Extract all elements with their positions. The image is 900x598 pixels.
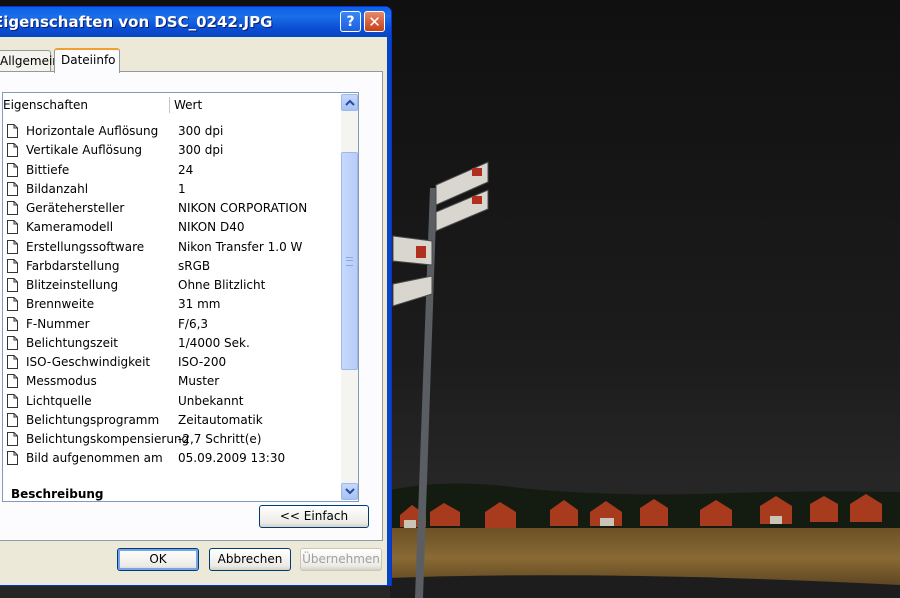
property-value: 300 dpi (178, 124, 224, 138)
list-row[interactable]: Blitzeinstellung Ohne Blitzlicht (3, 276, 343, 295)
list-row[interactable]: Lichtquelle Unbekannt (3, 392, 343, 411)
column-header-property[interactable]: Eigenschaften (3, 98, 88, 112)
property-name: Blitzeinstellung (26, 278, 119, 292)
window-title: Eigenschaften von DSC_0242.JPG (0, 13, 273, 31)
scroll-down-button[interactable] (341, 483, 358, 500)
document-icon (7, 201, 18, 215)
property-value: -2,7 Schritt(e) (178, 432, 262, 446)
property-name: Belichtungsprogramm (26, 412, 160, 427)
document-icon (7, 355, 18, 369)
list-row[interactable]: Erstellungssoftware Nikon Transfer 1.0 W (3, 238, 343, 257)
document-icon (7, 258, 18, 273)
list-row[interactable]: Belichtungszeit 1/4000 Sek. (3, 334, 343, 353)
property-value: Ohne Blitzlicht (178, 278, 266, 292)
property-value: sRGB (178, 258, 211, 273)
list-row[interactable]: Belichtungskompensierung -2,7 Schritt(e) (3, 430, 343, 449)
document-icon (7, 278, 18, 292)
list-row[interactable]: Farbdarstellung sRGB (3, 257, 343, 276)
close-button[interactable]: ✕ (364, 11, 385, 32)
apply-button: Übernehmen (300, 548, 382, 571)
ok-button[interactable]: OK (117, 548, 199, 571)
list-row[interactable]: Gerätehersteller NIKON CORPORATION (3, 199, 343, 218)
property-name: Lichtquelle (26, 393, 92, 408)
window-frame-right (387, 37, 391, 585)
simple-view-button[interactable]: << Einfach (259, 505, 369, 528)
document-icon (7, 162, 18, 177)
scroll-up-button[interactable] (341, 94, 358, 111)
property-value: ISO-200 (178, 355, 227, 369)
title-bar[interactable]: Eigenschaften von DSC_0242.JPG ? ✕ (0, 7, 391, 37)
list-row[interactable]: ISO-Geschwindigkeit ISO-200 (3, 353, 343, 372)
section-description: Beschreibung (11, 487, 104, 501)
list-row[interactable]: Horizontale Auflösung 300 dpi (3, 122, 343, 141)
property-name: Messmodus (26, 374, 97, 389)
property-name: Bildanzahl (26, 181, 89, 196)
properties-dialog: Eigenschaften von DSC_0242.JPG ? ✕ Allge… (0, 6, 392, 586)
property-name: Erstellungssoftware (26, 239, 145, 254)
property-value: 05.09.2009 13:30 (178, 451, 286, 466)
list-row[interactable]: Brennweite 31 mm (3, 295, 343, 314)
property-value: NIKON CORPORATION (178, 201, 308, 215)
column-separator[interactable] (169, 97, 170, 113)
property-name: Belichtungszeit (26, 335, 118, 350)
scroll-thumb[interactable] (341, 152, 358, 370)
document-icon (7, 451, 18, 466)
list-header: Eigenschaften Wert (3, 93, 343, 115)
list-row[interactable]: Kameramodell NIKON D40 (3, 218, 343, 237)
property-name: Kameramodell (26, 220, 114, 235)
property-name: Farbdarstellung (26, 258, 120, 273)
property-name: Gerätehersteller (26, 201, 125, 215)
list-row[interactable]: F-Nummer F/6,3 (3, 315, 343, 334)
list-row[interactable]: Bildanzahl 1 (3, 180, 343, 199)
document-icon (7, 239, 18, 254)
list-row[interactable]: Bittiefe 24 (3, 161, 343, 180)
list-row[interactable]: Messmodus Muster (3, 372, 343, 391)
document-icon (7, 374, 18, 389)
property-value: 300 dpi (178, 143, 224, 158)
property-name: Belichtungskompensierung (26, 432, 190, 446)
document-icon (7, 124, 18, 138)
list-row[interactable]: Vertikale Auflösung 300 dpi (3, 141, 343, 160)
properties-list[interactable]: Eigenschaften Wert Horizontale Auflösung… (2, 92, 359, 502)
chevron-up-icon (345, 99, 355, 106)
property-name: F-Nummer (26, 316, 90, 331)
property-value: 31 mm (178, 297, 221, 312)
property-value: 1 (178, 181, 186, 196)
property-name: Brennweite (26, 297, 95, 312)
property-value: Muster (178, 374, 220, 389)
property-value: Nikon Transfer 1.0 W (178, 239, 303, 254)
list-row[interactable]: Belichtungsprogramm Zeitautomatik (3, 411, 343, 430)
property-value: F/6,3 (178, 316, 209, 331)
document-icon (7, 393, 18, 408)
property-name: Bild aufgenommen am (26, 451, 163, 466)
help-button[interactable]: ? (340, 11, 361, 32)
document-icon (7, 220, 18, 235)
tab-dateiinfo[interactable]: Dateiinfo (54, 48, 120, 73)
document-icon (7, 297, 18, 312)
property-name: ISO-Geschwindigkeit (26, 355, 151, 369)
document-icon (7, 432, 18, 446)
property-value: 1/4000 Sek. (178, 335, 250, 350)
document-icon (7, 412, 18, 427)
chevron-down-icon (345, 488, 355, 495)
tab-allgemein[interactable]: Allgemein (0, 50, 60, 72)
property-value: Zeitautomatik (178, 412, 263, 427)
property-name: Vertikale Auflösung (26, 143, 143, 158)
document-icon (7, 335, 18, 350)
grip-icon (346, 257, 353, 266)
column-header-value[interactable]: Wert (174, 98, 202, 112)
cancel-button[interactable]: Abbrechen (209, 548, 291, 571)
property-value: 24 (178, 162, 194, 177)
property-name: Bittiefe (26, 162, 70, 177)
vertical-scrollbar[interactable] (341, 94, 358, 500)
property-name: Horizontale Auflösung (26, 124, 159, 138)
property-value: NIKON D40 (178, 220, 245, 235)
document-icon (7, 181, 18, 196)
document-icon (7, 143, 18, 158)
document-icon (7, 316, 18, 331)
property-value: Unbekannt (178, 393, 244, 408)
list-row[interactable]: Bild aufgenommen am 05.09.2009 13:30 (3, 449, 343, 468)
